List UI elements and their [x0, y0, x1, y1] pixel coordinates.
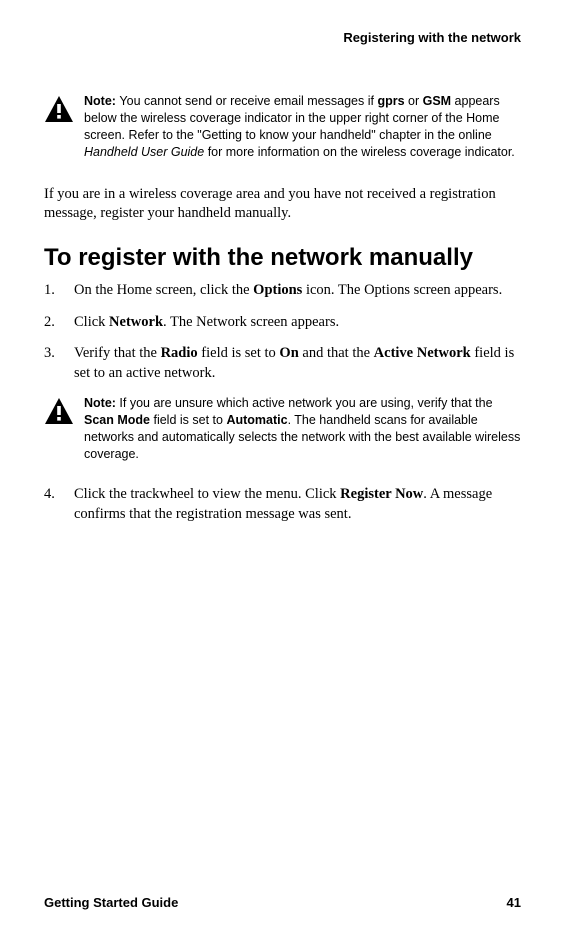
step-list: On the Home screen, click the Options ic…: [44, 281, 521, 383]
footer-title: Getting Started Guide: [44, 895, 178, 910]
step-text: Verify that the: [74, 345, 161, 361]
page-header: Registering with the network: [44, 30, 521, 45]
note-text-2: Note: If you are unsure which active net…: [84, 395, 521, 463]
step-text: icon. The Options screen appears.: [302, 282, 502, 298]
step-1: On the Home screen, click the Options ic…: [44, 281, 521, 301]
step-text: field is set to: [198, 345, 280, 361]
section-heading: To register with the network manually: [44, 244, 521, 272]
note-label: Note:: [84, 396, 119, 410]
step-2: Click Network. The Network screen appear…: [44, 313, 521, 333]
step-3: Verify that the Radio field is set to On…: [44, 344, 521, 383]
note-text-segment: or: [405, 94, 423, 108]
step-text: On the Home screen, click the: [74, 282, 253, 298]
note-text-segment: If you are unsure which active network y…: [119, 396, 492, 410]
note-bold: Scan Mode: [84, 413, 150, 427]
step-bold: Radio: [161, 345, 198, 361]
step-bold: Register Now: [340, 486, 423, 502]
page-footer: Getting Started Guide 41: [44, 895, 521, 910]
note-bold: gprs: [377, 94, 404, 108]
step-list-cont: Click the trackwheel to view the menu. C…: [44, 485, 521, 524]
note-block-1: Note: You cannot send or receive email m…: [44, 93, 521, 161]
note-italic: Handheld User Guide: [84, 145, 204, 159]
step-text: Click: [74, 314, 109, 330]
step-text: and that the: [299, 345, 374, 361]
note-bold: GSM: [423, 94, 451, 108]
body-paragraph: If you are in a wireless coverage area a…: [44, 185, 521, 224]
step-4: Click the trackwheel to view the menu. C…: [44, 485, 521, 524]
step-bold: On: [279, 345, 298, 361]
warning-icon: [44, 397, 74, 427]
step-bold: Network: [109, 314, 163, 330]
step-bold: Active Network: [374, 345, 471, 361]
note-block-2: Note: If you are unsure which active net…: [44, 395, 521, 463]
note-text-segment: field is set to: [150, 413, 226, 427]
warning-icon: [44, 95, 74, 125]
note-label: Note:: [84, 94, 119, 108]
step-text: Click the trackwheel to view the menu. C…: [74, 486, 340, 502]
note-bold: Automatic: [226, 413, 287, 427]
note-text-segment: You cannot send or receive email message…: [119, 94, 377, 108]
note-text-segment: for more information on the wireless cov…: [204, 145, 515, 159]
step-text: . The Network screen appears.: [163, 314, 339, 330]
footer-page-number: 41: [507, 895, 521, 910]
note-text-1: Note: You cannot send or receive email m…: [84, 93, 521, 161]
step-bold: Options: [253, 282, 302, 298]
